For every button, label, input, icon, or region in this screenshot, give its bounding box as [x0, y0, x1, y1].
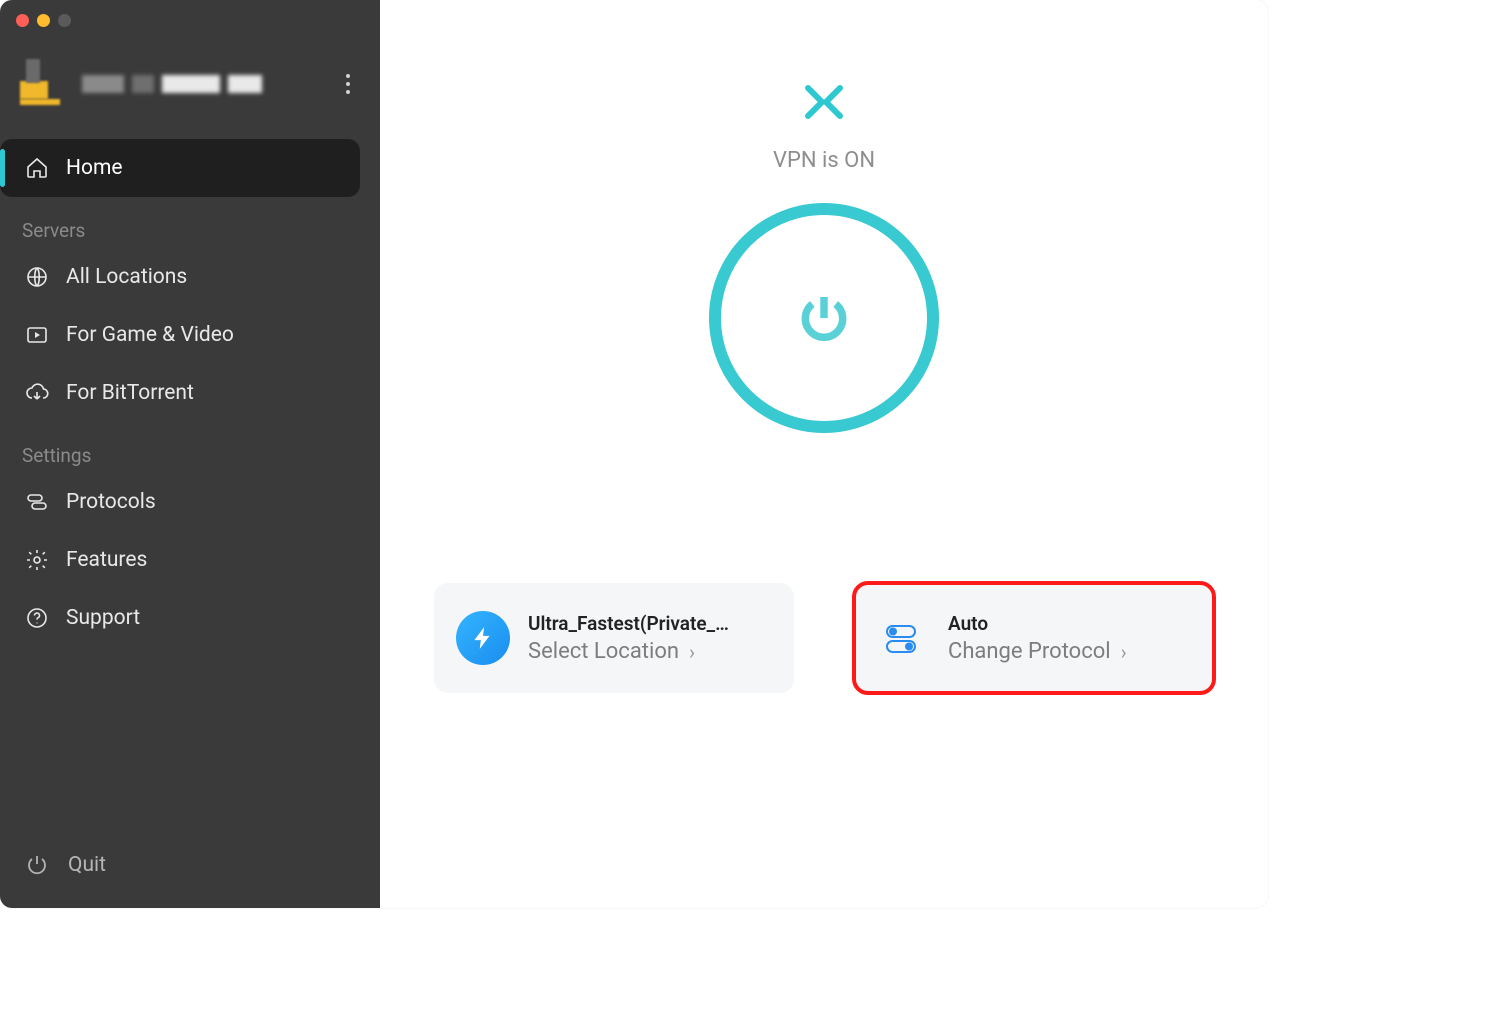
toggles-icon	[24, 489, 50, 515]
globe-icon	[24, 264, 50, 290]
sidebar-item-support[interactable]: Support	[0, 589, 360, 647]
avatar	[20, 59, 70, 109]
protocol-subtitle: Change Protocol	[948, 639, 1111, 664]
quit-label: Quit	[68, 853, 106, 877]
vpn-status-text: VPN is ON	[773, 148, 875, 173]
location-title: Ultra_Fastest(Private_…	[528, 612, 772, 635]
sidebar-item-label: Home	[66, 156, 123, 180]
chevron-right-icon: ›	[689, 640, 695, 664]
vpn-toggle-button[interactable]	[709, 203, 939, 433]
sidebar-item-label: Protocols	[66, 490, 156, 514]
window-controls	[0, 0, 380, 27]
select-location-card[interactable]: Ultra_Fastest(Private_… Select Location …	[434, 583, 794, 693]
profile-row	[0, 27, 380, 129]
power-icon	[796, 290, 852, 346]
cloud-download-icon	[24, 380, 50, 406]
app-window: Home Servers All Locations For Game & Vi…	[0, 0, 1268, 908]
sidebar-item-game-video[interactable]: For Game & Video	[0, 306, 360, 364]
window-close-button[interactable]	[16, 14, 29, 27]
window-zoom-button[interactable]	[58, 14, 71, 27]
main-panel: VPN is ON Ultra_Fastest(Private_… Select…	[380, 0, 1268, 908]
protocol-title: Auto	[948, 612, 1192, 635]
power-icon	[24, 852, 50, 878]
home-icon	[24, 155, 50, 181]
sidebar-item-features[interactable]: Features	[0, 531, 360, 589]
sidebar-item-bittorrent[interactable]: For BitTorrent	[0, 364, 360, 422]
chevron-right-icon: ›	[1121, 640, 1127, 664]
help-icon	[24, 605, 50, 631]
sidebar-item-protocols[interactable]: Protocols	[0, 473, 360, 531]
sidebar-nav: Home Servers All Locations For Game & Vi…	[0, 129, 380, 647]
sidebar-item-label: Features	[66, 548, 147, 572]
bolt-icon	[456, 611, 510, 665]
sidebar-section-servers: Servers	[0, 197, 372, 248]
app-logo-icon	[802, 80, 846, 124]
sidebar-item-all-locations[interactable]: All Locations	[0, 248, 360, 306]
sidebar: Home Servers All Locations For Game & Vi…	[0, 0, 380, 908]
sidebar-item-label: For Game & Video	[66, 323, 234, 347]
sidebar-item-label: For BitTorrent	[66, 381, 194, 405]
profile-name-redacted	[82, 72, 324, 96]
gear-icon	[24, 547, 50, 573]
toggles-icon	[876, 611, 930, 665]
location-subtitle: Select Location	[528, 639, 679, 664]
change-protocol-card[interactable]: Auto Change Protocol ›	[854, 583, 1214, 693]
sidebar-item-label: All Locations	[66, 265, 187, 289]
sidebar-item-home[interactable]: Home	[0, 139, 360, 197]
quit-button[interactable]: Quit	[0, 832, 380, 908]
card-text: Ultra_Fastest(Private_… Select Location …	[528, 612, 772, 664]
action-cards: Ultra_Fastest(Private_… Select Location …	[434, 583, 1214, 693]
card-text: Auto Change Protocol ›	[948, 612, 1192, 664]
play-square-icon	[24, 322, 50, 348]
profile-menu-button[interactable]	[336, 70, 360, 98]
window-minimize-button[interactable]	[37, 14, 50, 27]
sidebar-item-label: Support	[66, 606, 140, 630]
sidebar-section-settings: Settings	[0, 422, 372, 473]
